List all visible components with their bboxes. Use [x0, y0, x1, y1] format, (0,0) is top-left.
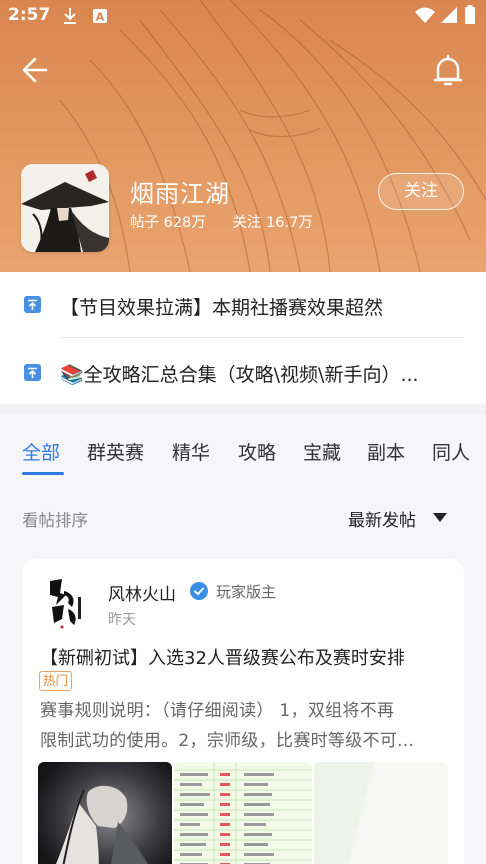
battery-icon — [465, 5, 475, 24]
svg-text:A: A — [96, 11, 105, 24]
notification-a-icon: A — [93, 9, 107, 24]
hot-badge: 热门 — [39, 671, 73, 691]
download-icon — [64, 8, 76, 24]
posts-count: 帖子 628万 — [130, 215, 206, 231]
caret-down-icon[interactable] — [433, 513, 447, 522]
post-image-1[interactable] — [38, 762, 172, 864]
pin-icon — [24, 364, 41, 381]
tab-qunyingsai[interactable]: 群英赛 — [87, 438, 144, 465]
forum-name: 烟雨江湖 — [130, 180, 230, 208]
feed-area: 全部 群英赛 精华 攻略 宝藏 副本 同人 看帖排序 最新发帖 风林火山 玩家版… — [0, 414, 486, 864]
back-button[interactable] — [16, 52, 56, 88]
bell-icon — [433, 54, 463, 86]
post-excerpt-line: 赛事规则说明：（请仔细阅读） 1，双组将不再 — [40, 701, 395, 721]
pinned-post-2[interactable]: 📚全攻略汇总合集（攻略\视频\新手向）... — [0, 342, 486, 402]
post-image-art — [38, 762, 172, 864]
back-arrow-icon — [22, 57, 48, 83]
tab-tongren[interactable]: 同人 — [432, 438, 470, 465]
post-excerpt-line: 限制武功的使用。2，宗师级，比赛时等级不可... — [40, 731, 415, 751]
forum-header: 2:57 A 烟雨江湖 帖子 628万 关注 16.7万 关注 — [0, 0, 486, 272]
category-tabs: 全部 群英赛 精华 攻略 宝藏 副本 同人 — [0, 414, 486, 475]
tab-gonglue[interactable]: 攻略 — [238, 438, 276, 465]
tab-fuben[interactable]: 副本 — [367, 438, 405, 465]
author-role: 玩家版主 — [216, 583, 277, 601]
status-time: 2:57 — [8, 5, 51, 25]
avatar[interactable] — [42, 575, 92, 629]
forum-avatar[interactable] — [21, 164, 109, 252]
divider — [60, 337, 464, 338]
post-image-3[interactable] — [314, 762, 448, 864]
followers-count: 关注 16.7万 — [232, 215, 313, 231]
pin-icon — [24, 296, 41, 313]
post-title[interactable]: 【新硎初试】入选32人晋级赛公布及赛时安排 — [40, 644, 450, 670]
tab-all[interactable]: 全部 — [22, 438, 60, 465]
follow-button[interactable]: 关注 — [378, 173, 464, 210]
forum-avatar-art — [21, 164, 109, 252]
tab-jinghua[interactable]: 精华 — [172, 438, 210, 465]
post-image-table-art — [174, 762, 312, 864]
signal-icon — [441, 7, 457, 23]
author-name[interactable]: 风林火山 — [108, 580, 176, 605]
tab-baozang[interactable]: 宝藏 — [303, 438, 341, 465]
notification-button[interactable] — [428, 52, 468, 90]
wifi-icon — [415, 7, 435, 23]
sort-dropdown[interactable]: 最新发帖 — [348, 506, 416, 531]
status-bar: 2:57 A — [0, 0, 486, 34]
pinned-post-title: 【节目效果拉满】本期社播赛效果超然 — [60, 297, 384, 319]
pinned-post-title: 📚全攻略汇总合集（攻略\视频\新手向）... — [60, 364, 419, 386]
post-excerpt: 赛事规则说明：（请仔细阅读） 1，双组将不再 限制武功的使用。2，宗师级，比赛时… — [40, 696, 450, 756]
post-image-2[interactable] — [174, 762, 312, 864]
post-card[interactable]: 风林火山 玩家版主 昨天 【新硎初试】入选32人晋级赛公布及赛时安排 热门 赛事… — [22, 559, 464, 864]
tab-active-indicator — [22, 472, 64, 475]
pinned-post-1[interactable]: 【节目效果拉满】本期社播赛效果超然 — [0, 274, 486, 334]
pinned-posts: 【节目效果拉满】本期社播赛效果超然 📚全攻略汇总合集（攻略\视频\新手向）... — [0, 272, 486, 404]
sort-label: 看帖排序 — [22, 511, 88, 530]
verified-icon — [190, 582, 208, 600]
author-avatar-art — [42, 575, 92, 629]
post-image-art — [314, 762, 448, 864]
forum-stats: 帖子 628万 关注 16.7万 — [130, 211, 317, 232]
post-time: 昨天 — [108, 612, 136, 628]
